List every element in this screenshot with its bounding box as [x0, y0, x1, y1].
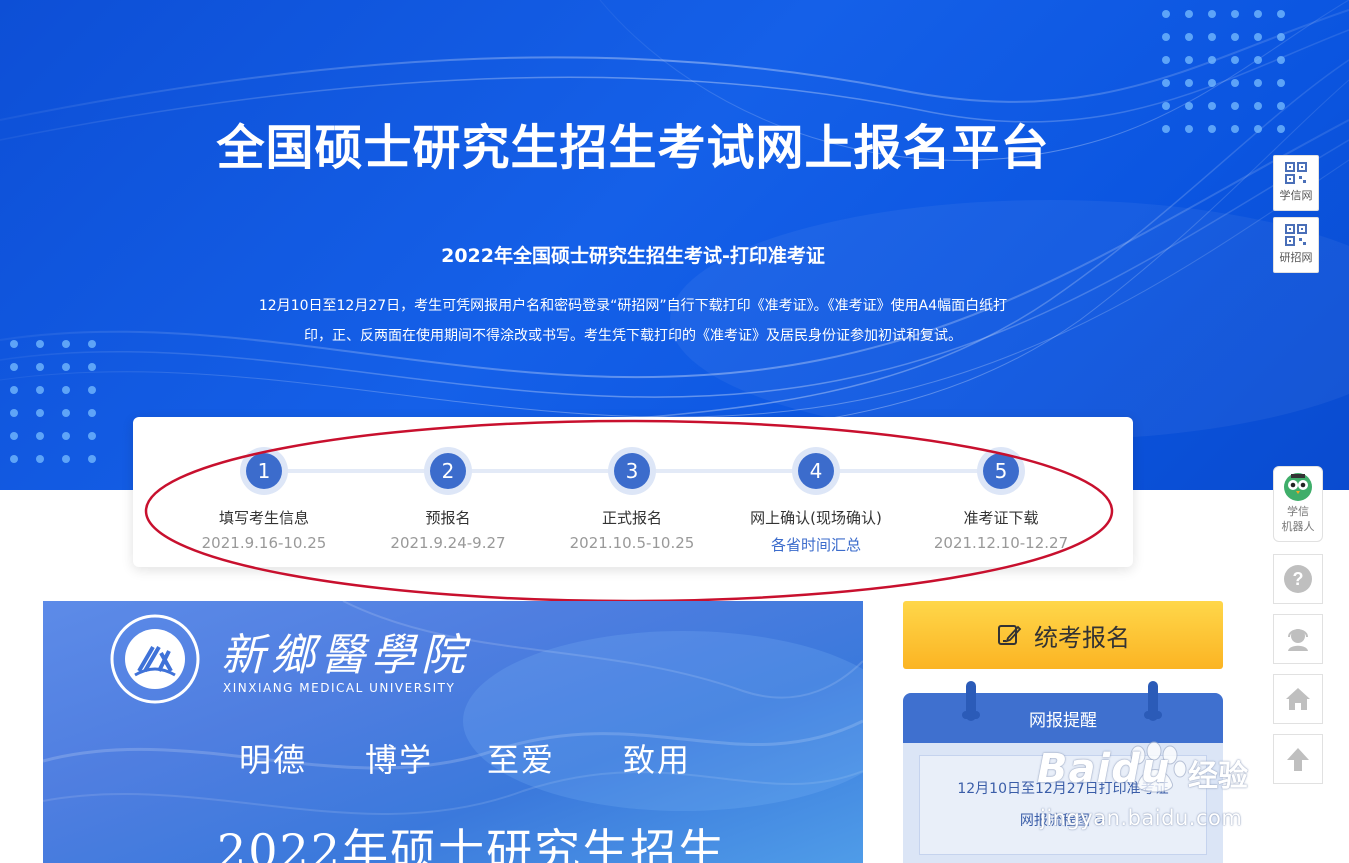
watermark-cn: 经验 [1188, 759, 1248, 794]
help-button[interactable]: ? [1273, 554, 1323, 604]
decorative-dot [1231, 33, 1239, 41]
decorative-dot [36, 409, 44, 417]
page: 全国硕士研究生招生考试网上报名平台 2022年全国硕士研究生招生考试-打印准考证… [0, 0, 1349, 863]
svg-text:?: ? [1293, 569, 1304, 589]
decorative-dot [1277, 10, 1285, 18]
chatbot-button[interactable]: 学信 机器人 [1273, 466, 1323, 542]
decorative-dot [62, 363, 70, 371]
banner-headline: 2022年硕士研究生招生 [217, 824, 727, 863]
decorative-dot [1231, 56, 1239, 64]
school-promo-banner[interactable]: 新鄉醫學院 XINXIANG MEDICAL UNIVERSITY 明德 博学 … [43, 601, 863, 863]
decorative-dot [10, 409, 18, 417]
decorative-dot [62, 386, 70, 394]
school-logo-icon [110, 614, 200, 704]
decorative-dot [1231, 79, 1239, 87]
decorative-dot [1254, 56, 1262, 64]
decorative-dot [1277, 56, 1285, 64]
register-label: 统考报名 [1034, 623, 1130, 652]
qr-code-icon [1285, 162, 1307, 184]
decorative-dot [1208, 56, 1216, 64]
decorative-dot [1254, 10, 1262, 18]
page-subtitle: 2022年全国硕士研究生招生考试-打印准考证 [441, 245, 825, 267]
back-to-top-button[interactable] [1273, 734, 1323, 784]
decorative-dot [1208, 10, 1216, 18]
headset-icon [1288, 629, 1308, 651]
decorative-dot [1162, 33, 1170, 41]
reminder-title: 网报提醒 [1029, 710, 1097, 731]
chsi-qr-button[interactable]: 学信网 [1273, 155, 1319, 211]
decorative-dot [1254, 33, 1262, 41]
motto-word: 致用 [623, 741, 692, 779]
owl-robot-icon [1284, 473, 1312, 501]
decorative-dot [88, 363, 96, 371]
decorative-dot [1185, 10, 1193, 18]
decorative-dot [1277, 33, 1285, 41]
decorative-dot [10, 386, 18, 394]
site-title: 全国硕士研究生招生考试网上报名平台 [216, 120, 1050, 176]
decorative-dot [1162, 79, 1170, 87]
annotation-ellipse [144, 419, 1114, 603]
decorative-dot [88, 409, 96, 417]
reminder-header: 网报提醒 [903, 693, 1223, 743]
decorative-dot [1277, 125, 1285, 133]
dot-pattern-left [10, 340, 114, 478]
school-name-calligraphy: 新鄉醫學院 [221, 630, 471, 681]
decorative-dot [88, 386, 96, 394]
binder-ring-left [962, 681, 980, 721]
edit-icon [996, 622, 1022, 648]
home-icon [1286, 688, 1310, 710]
decorative-dot [88, 455, 96, 463]
decorative-dot [36, 386, 44, 394]
decorative-dot [1208, 79, 1216, 87]
decorative-dot [88, 432, 96, 440]
arrow-up-icon [1287, 748, 1309, 771]
decorative-dot [10, 363, 18, 371]
decorative-dot [10, 455, 18, 463]
decorative-dot [62, 432, 70, 440]
binder-ring-right [1144, 681, 1162, 721]
decorative-dot [1185, 79, 1193, 87]
decorative-dot [1277, 102, 1285, 110]
watermark-brand: Baidu [1037, 746, 1171, 792]
decorative-dot [1254, 79, 1262, 87]
motto-word: 至爱 [487, 741, 556, 779]
qr-code-icon [1285, 224, 1307, 246]
decorative-dot [36, 363, 44, 371]
decorative-dot [1162, 56, 1170, 64]
notice-text-line-1: 12月10日至12月27日，考生可凭网报用户名和密码登录“研招网”自行下载打印《… [258, 298, 1008, 314]
question-icon: ? [1284, 565, 1312, 593]
decorative-dot [1277, 79, 1285, 87]
home-button[interactable] [1273, 674, 1323, 724]
decorative-dot [62, 409, 70, 417]
decorative-dot [1185, 56, 1193, 64]
decorative-dot [1231, 10, 1239, 18]
robot-label-line-1: 学信 [1287, 505, 1309, 518]
customer-service-button[interactable] [1273, 614, 1323, 664]
notice-text-line-2: 印，正、反两面在使用期间不得涂改或书写。考生凭下载打印的《准考证》及居民身份证参… [304, 328, 962, 344]
motto-word: 博学 [365, 741, 434, 779]
decorative-dot [36, 455, 44, 463]
decorative-dot [10, 432, 18, 440]
decorative-dot [36, 432, 44, 440]
decorative-dot [62, 455, 70, 463]
motto-word: 明德 [239, 741, 308, 779]
qr-label: 学信网 [1279, 189, 1313, 202]
unified-exam-register-button[interactable]: 统考报名 [903, 601, 1223, 669]
robot-label-line-2: 机器人 [1281, 520, 1315, 533]
decorative-dot [1185, 33, 1193, 41]
watermark-url: jingyan.baidu.com [1040, 806, 1243, 830]
decorative-dot [1208, 33, 1216, 41]
qr-label: 研招网 [1279, 251, 1313, 264]
decorative-dot [1162, 10, 1170, 18]
yz-qr-button[interactable]: 研招网 [1273, 217, 1319, 273]
school-name-english: XINXIANG MEDICAL UNIVERSITY [223, 681, 456, 695]
